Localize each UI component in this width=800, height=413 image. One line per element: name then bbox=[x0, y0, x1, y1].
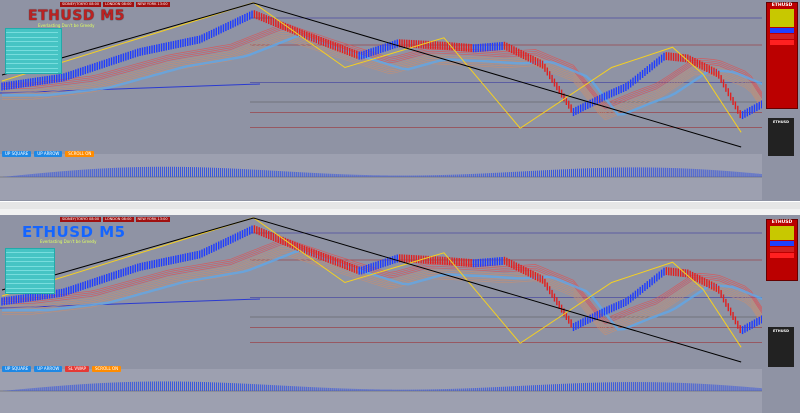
top-chart-pane[interactable]: ETHUSD M5 Everlasting Don't be Greedy SI… bbox=[0, 0, 800, 200]
panel-buy-button[interactable] bbox=[770, 241, 794, 246]
indicator-toolbar: UP SQUARE UP ARROW SL VWAP SCROLL ON bbox=[2, 366, 122, 372]
panel-panic-button[interactable] bbox=[770, 40, 794, 45]
stats-table bbox=[5, 28, 62, 74]
stats-row bbox=[6, 289, 54, 293]
panel-values bbox=[770, 9, 794, 27]
scroll-on-button[interactable]: SCROLL ON bbox=[65, 151, 95, 157]
symbol-panel: ETHUSD bbox=[766, 219, 798, 281]
symbol-info-box: ETHUSD bbox=[768, 118, 794, 156]
session-london: LONDON 08:00 bbox=[103, 217, 134, 222]
stats-row bbox=[6, 69, 61, 73]
chart-title: ETHUSD M5 bbox=[28, 8, 125, 24]
panel-close-button[interactable] bbox=[770, 34, 794, 39]
sl-vwap-button[interactable]: SL VWAP bbox=[65, 366, 89, 372]
info-symbol-label: ETHUSD bbox=[773, 329, 789, 333]
session-labels: SIDNEY/TOKYO 08:00 LONDON 08:00 NEW YORK… bbox=[60, 217, 170, 222]
session-london: LONDON 08:00 bbox=[103, 2, 134, 7]
top-chart-canvas[interactable] bbox=[0, 0, 800, 200]
bottom-chart-pane[interactable]: ETHUSD M5 Everlasting Don't be Greedy SI… bbox=[0, 215, 800, 413]
up-square-button[interactable]: UP SQUARE bbox=[2, 366, 32, 372]
stats-table bbox=[5, 248, 55, 294]
session-asia: SIDNEY/TOKYO 08:00 bbox=[60, 217, 102, 222]
panel-values bbox=[770, 226, 794, 240]
session-newyork: NEW YORK 13:00 bbox=[135, 2, 170, 7]
info-symbol-label: ETHUSD bbox=[773, 120, 789, 124]
symbol-panel: ETHUSD bbox=[766, 2, 798, 109]
session-labels: SIDNEY/TOKYO 08:00 LONDON 08:00 NEW YORK… bbox=[60, 2, 170, 7]
session-asia: SIDNEY/TOKYO 08:00 bbox=[60, 2, 102, 7]
panel-close-button[interactable] bbox=[770, 247, 794, 252]
panel-buy-button[interactable] bbox=[770, 28, 794, 33]
chart-subtitle: Everlasting Don't be Greedy bbox=[40, 239, 97, 244]
panel-symbol: ETHUSD bbox=[771, 220, 793, 225]
up-square-button[interactable]: UP SQUARE bbox=[2, 151, 32, 157]
up-arrow-button[interactable]: UP ARROW bbox=[34, 366, 63, 372]
indicator-toolbar: UP SQUARE UP ARROW SCROLL ON bbox=[2, 151, 95, 157]
scroll-on-button[interactable]: SCROLL ON bbox=[91, 366, 122, 372]
symbol-info-box: ETHUSD bbox=[768, 327, 794, 367]
panel-panic-button[interactable] bbox=[770, 253, 794, 258]
panel-symbol: ETHUSD bbox=[771, 3, 793, 8]
session-newyork: NEW YORK 13:00 bbox=[135, 217, 170, 222]
bottom-chart-canvas[interactable] bbox=[0, 215, 800, 413]
up-arrow-button[interactable]: UP ARROW bbox=[34, 151, 63, 157]
